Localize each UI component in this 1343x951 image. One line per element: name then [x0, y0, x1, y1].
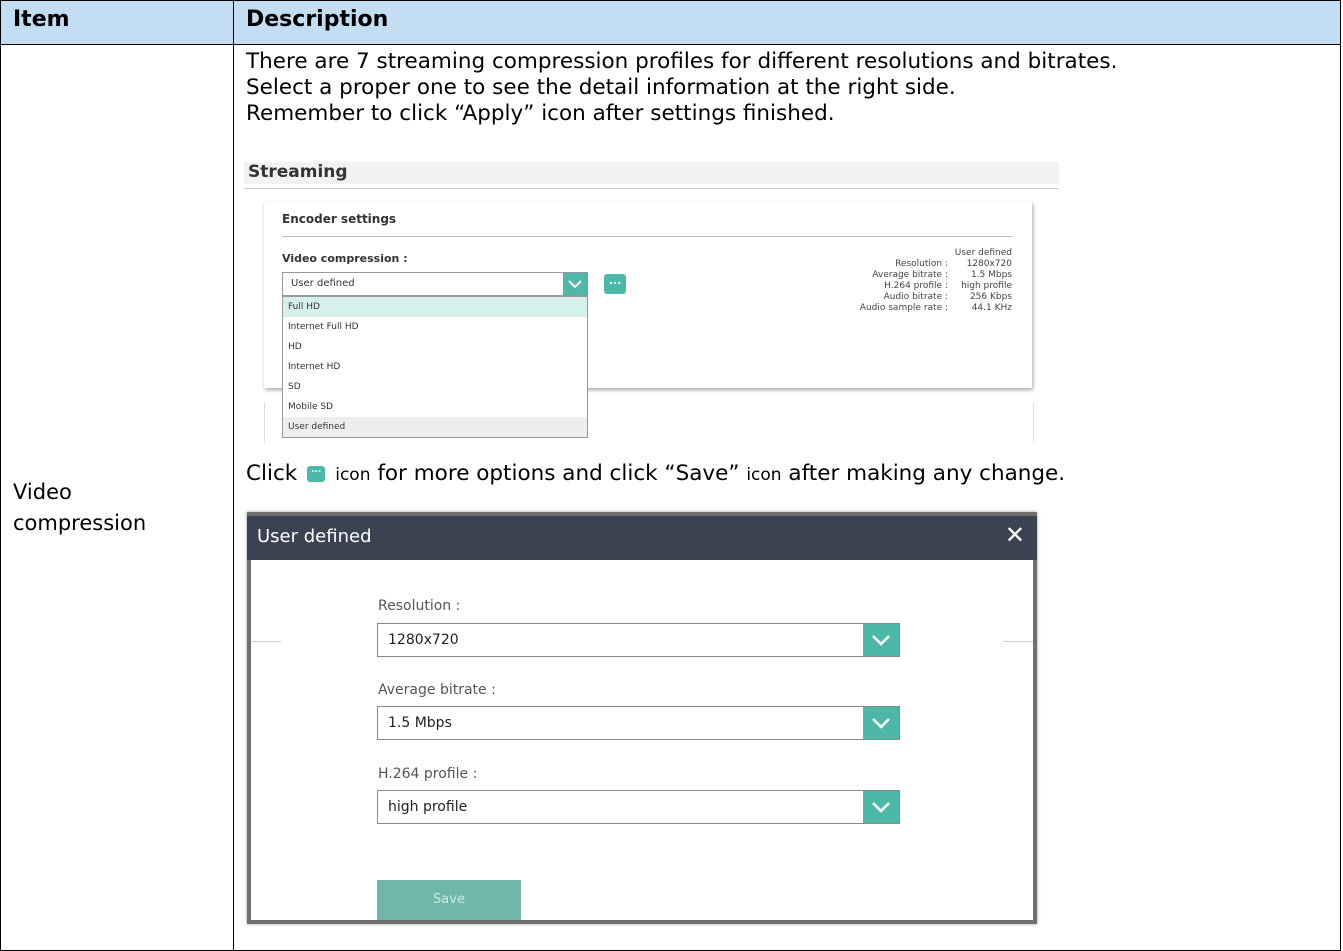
dropdown-option[interactable]: Mobile SD [283, 397, 587, 417]
intro-line-2: Select a proper one to see the detail in… [246, 75, 956, 100]
click-after: after making any change. [788, 461, 1066, 486]
description-cell: There are 7 streaming compression profil… [233, 44, 1341, 951]
h264-profile-label: H.264 profile : [378, 766, 478, 782]
dropdown-option[interactable]: Full HD [283, 297, 587, 317]
click-before: Click [246, 461, 298, 486]
video-compression-value: User defined [291, 278, 355, 289]
detail-value: 256 Kbps [969, 292, 1012, 302]
chevron-down-icon[interactable] [863, 791, 899, 823]
close-icon[interactable]: ✕ [1005, 521, 1025, 549]
description-table: Item Description Video compression There… [0, 0, 1341, 951]
divider [244, 188, 1058, 189]
chevron-down-icon[interactable] [863, 707, 899, 739]
click-middle: for more options and click “Save” [377, 461, 740, 486]
item-cell: Video compression [0, 44, 234, 951]
profile-details: User defined Resolution : 1280x720 Averag… [860, 248, 1012, 314]
detail-value: 44.1 KHz [971, 303, 1012, 313]
video-compression-dropdown[interactable]: Full HD Internet Full HD HD Internet HD … [282, 296, 588, 438]
detail-value: 1.5 Mbps [970, 270, 1012, 280]
icon-word: icon [746, 465, 782, 485]
detail-key: Audio bitrate : [883, 292, 948, 302]
more-options-icon: ... [608, 274, 622, 287]
detail-key: Resolution : [895, 259, 948, 269]
detail-value: 1280x720 [966, 259, 1012, 269]
item-label: Video compression [13, 479, 147, 535]
header-description: Description [233, 0, 1341, 45]
streaming-title: Streaming [248, 162, 348, 182]
video-compression-select[interactable]: User defined [282, 272, 588, 296]
divider [251, 641, 281, 642]
divider [1003, 641, 1033, 642]
streaming-title-bar [244, 162, 1059, 184]
video-compression-label: Video compression : [282, 252, 408, 265]
dropdown-option[interactable]: SD [283, 377, 587, 397]
streaming-screenshot: Streaming Encoder settings Video compres… [244, 162, 1059, 443]
icon-word: icon [335, 465, 371, 485]
resolution-value: 1280x720 [388, 632, 459, 648]
average-bitrate-label: Average bitrate : [378, 682, 496, 698]
encoder-settings-title: Encoder settings [282, 212, 397, 226]
resolution-label: Resolution : [378, 598, 461, 614]
dropdown-option[interactable]: HD [283, 337, 587, 357]
chevron-down-icon[interactable] [563, 273, 587, 295]
header-item: Item [0, 0, 234, 45]
resolution-select[interactable]: 1280x720 [377, 623, 900, 657]
detail-key: Average bitrate : [872, 270, 948, 280]
intro-line-1: There are 7 streaming compression profil… [246, 49, 1118, 74]
average-bitrate-value: 1.5 Mbps [388, 715, 452, 731]
dialog-header: User defined ✕ [247, 512, 1037, 560]
dialog-title: User defined [257, 526, 372, 547]
more-options-button[interactable]: ... [604, 274, 626, 294]
detail-key: H.264 profile : [884, 281, 948, 291]
save-button[interactable]: Save [377, 880, 521, 920]
user-defined-dialog: User defined ✕ Resolution : 1280x720 Ave… [247, 512, 1037, 924]
detail-value: high profile [961, 281, 1012, 291]
detail-key: Audio sample rate : [859, 303, 948, 313]
more-options-icon: ... [307, 466, 326, 482]
click-instruction: Click... icon for more options and click … [246, 461, 1065, 486]
divider [282, 236, 1012, 237]
details-title: User defined [954, 248, 1012, 258]
chevron-down-icon[interactable] [863, 624, 899, 656]
h264-profile-value: high profile [388, 799, 468, 815]
dropdown-option[interactable]: Internet Full HD [283, 317, 587, 337]
h264-profile-select[interactable]: high profile [377, 790, 900, 824]
intro-line-3: Remember to click “Apply” icon after set… [246, 101, 835, 126]
dropdown-option[interactable]: Internet HD [283, 357, 587, 377]
average-bitrate-select[interactable]: 1.5 Mbps [377, 706, 900, 740]
dropdown-option[interactable]: User defined [283, 417, 587, 437]
